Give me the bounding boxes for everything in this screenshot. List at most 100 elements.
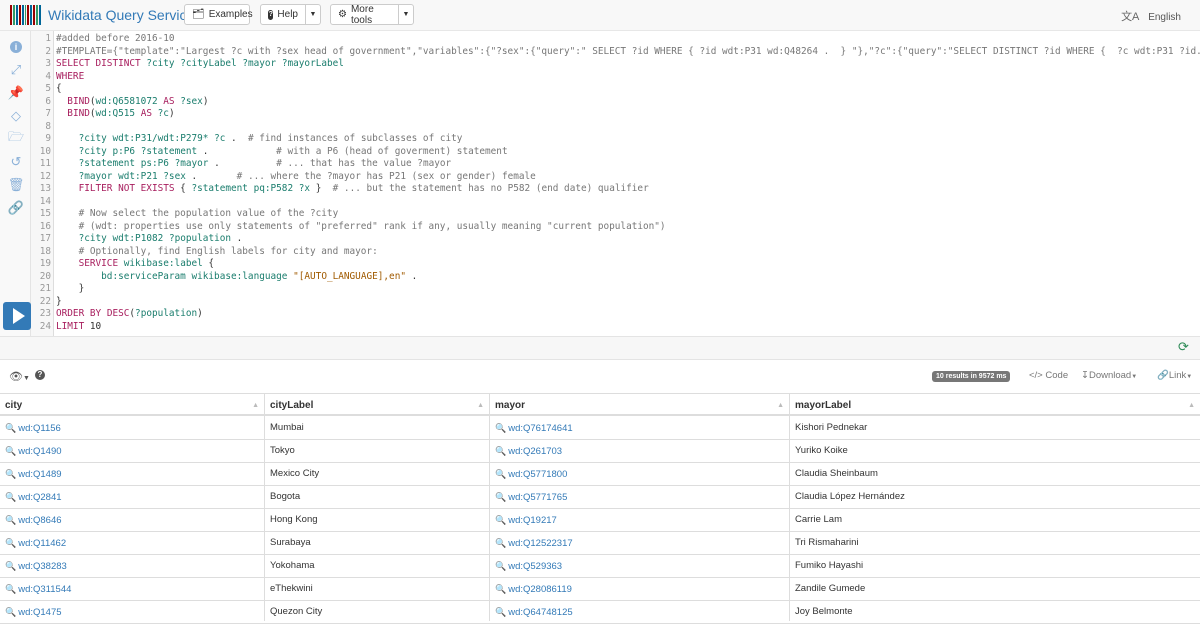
code-line[interactable]: 12 ?mayor wdt:P21 ?sex . # ... where the… (31, 171, 1200, 184)
mayor-entity-link[interactable]: wd:Q261703 (508, 446, 562, 457)
mayor-entity-link[interactable]: wd:Q76174641 (508, 423, 572, 434)
trash-icon[interactable]: 🗑 (8, 177, 25, 193)
code-line[interactable]: 21 } (31, 283, 1200, 296)
explore-icon[interactable]: 🔍 (5, 492, 16, 502)
table-row: 🔍 wd:Q1490 Tokyo 🔍 wd:Q261703 Yuriko Koike (0, 440, 1200, 463)
download-label: Download (1088, 370, 1132, 381)
city-entity-link[interactable]: wd:Q11462 (18, 538, 66, 549)
city-entity-link[interactable]: wd:Q1156 (18, 423, 61, 434)
refresh-icon[interactable]: ⟳ (1178, 340, 1192, 354)
folder-icon[interactable]: 🗁 (8, 129, 24, 147)
explore-icon[interactable]: 🔍 (5, 607, 16, 617)
city-cell: 🔍 wd:Q8646 (0, 509, 264, 531)
code-line[interactable]: 13 FILTER NOT EXISTS { ?statement pq:P58… (31, 183, 1200, 196)
run-query-button[interactable] (3, 302, 31, 330)
mayor-entity-link[interactable]: wd:Q5771800 (508, 469, 567, 480)
code-line[interactable]: 16 # (wdt: properties use only statement… (31, 221, 1200, 234)
explore-icon[interactable]: 🔍 (495, 492, 506, 502)
city-entity-link[interactable]: wd:Q1475 (18, 607, 61, 618)
examples-button[interactable]: 🗂 Examples (184, 4, 253, 25)
explore-icon[interactable]: 🔍 (495, 423, 506, 433)
code-line[interactable]: 6 BIND(wd:Q6581072 AS ?sex) (31, 96, 1200, 109)
display-mode-selector[interactable]: 👁▼ (9, 370, 30, 383)
link-icon[interactable]: 🔗 (8, 200, 24, 216)
city-entity-link[interactable]: wd:Q311544 (18, 584, 71, 595)
code-line[interactable]: 23 ORDER BY DESC(?population) (31, 308, 1200, 321)
expand-icon[interactable]: ⤢ (8, 62, 24, 78)
sort-icon[interactable]: ▲ (1188, 394, 1195, 417)
explore-icon[interactable]: 🔍 (495, 515, 506, 525)
mayor-entity-link[interactable]: wd:Q12522317 (508, 538, 572, 549)
code-line[interactable]: 4 WHERE (31, 71, 1200, 84)
code-button[interactable]: </> Code (1029, 370, 1068, 381)
query-editor[interactable]: 1 #added before 2016-10 2 #TEMPLATE={"templ… (31, 31, 1200, 336)
explore-icon[interactable]: 🔍 (495, 607, 506, 617)
link-button[interactable]: 🔗Link▼ (1157, 370, 1192, 381)
help-dropdown-toggle[interactable]: ▼ (305, 4, 321, 25)
line-number: 8 (45, 120, 51, 132)
code-line[interactable]: 8 (31, 121, 1200, 134)
sort-icon[interactable]: ▲ (252, 394, 259, 417)
city-entity-link[interactable]: wd:Q1490 (18, 446, 61, 457)
explore-icon[interactable]: 🔍 (495, 584, 506, 594)
code-line[interactable]: 15 # Now select the population value of … (31, 208, 1200, 221)
explore-icon[interactable]: 🔍 (5, 584, 16, 594)
sort-icon[interactable]: ▲ (777, 394, 784, 417)
code-line[interactable]: 3 SELECT DISTINCT ?city ?cityLabel ?mayor… (31, 58, 1200, 71)
explore-icon[interactable]: 🔍 (495, 561, 506, 571)
mayor-entity-link[interactable]: wd:Q28086119 (508, 584, 572, 595)
download-button[interactable]: ↧Download▼ (1081, 370, 1137, 381)
mayor-entity-link[interactable]: wd:Q64748125 (508, 607, 572, 618)
explore-icon[interactable]: 🔍 (495, 538, 506, 548)
wikidata-logo[interactable] (10, 5, 42, 25)
mayor-entity-link[interactable]: wd:Q529363 (508, 561, 562, 572)
code-line[interactable]: 7 BIND(wd:Q515 AS ?c) (31, 108, 1200, 121)
code-line[interactable]: 10 ?city p:P6 ?statement . # with a P6 (… (31, 146, 1200, 159)
code-line[interactable]: 9 ?city wdt:P31/wdt:P279* ?c . # find in… (31, 133, 1200, 146)
code-line[interactable]: 1 #added before 2016-10 (31, 33, 1200, 46)
code-line[interactable]: 20 bd:serviceParam wikibase:language "[A… (31, 271, 1200, 284)
explore-icon[interactable]: 🔍 (5, 515, 16, 525)
mayor-entity-link[interactable]: wd:Q19217 (508, 515, 557, 526)
column-header-mayor[interactable]: mayor ▲ (490, 393, 789, 416)
explore-icon[interactable]: 🔍 (5, 469, 16, 479)
code-text: bd:serviceParam wikibase:language "[AUTO… (101, 270, 418, 282)
code-line[interactable]: 18 # Optionally, find English labels for… (31, 246, 1200, 259)
more-tools-button[interactable]: ⚙ More tools (330, 4, 399, 26)
explore-icon[interactable]: 🔍 (495, 446, 506, 456)
code-line[interactable]: 24 LIMIT 10 (31, 321, 1200, 334)
more-tools-dropdown-toggle[interactable]: ▼ (398, 4, 414, 25)
mayor-entity-link[interactable]: wd:Q5771765 (508, 492, 567, 503)
city-entity-link[interactable]: wd:Q1489 (18, 469, 61, 480)
code-line[interactable]: 5{ (31, 83, 1200, 96)
code-line[interactable]: 19 SERVICE wikibase:label { (31, 258, 1200, 271)
code-text: #TEMPLATE={"template":"Largest ?c with ?… (56, 45, 1200, 57)
code-line[interactable]: 11 ?statement ps:P6 ?mayor . # ... that … (31, 158, 1200, 171)
code-line[interactable]: 22} (31, 296, 1200, 309)
sort-icon[interactable]: ▲ (477, 394, 484, 417)
code-line[interactable]: 2 #TEMPLATE={"template":"Largest ?c with … (31, 46, 1200, 59)
mayor-cell: 🔍 wd:Q5771800 (490, 463, 789, 485)
explore-icon[interactable]: 🔍 (5, 538, 16, 548)
info-icon[interactable]: i (8, 39, 24, 55)
line-number: 13 (39, 183, 51, 194)
explore-icon[interactable]: 🔍 (5, 446, 16, 456)
help-icon[interactable]: ? (35, 370, 45, 380)
column-header-mayorlabel[interactable]: mayorLabel ▲ (790, 393, 1200, 416)
prefix-icon[interactable]: 📌 (8, 85, 24, 101)
city-entity-link[interactable]: wd:Q2841 (18, 492, 61, 503)
app-title[interactable]: Wikidata Query Service (48, 7, 194, 23)
city-entity-link[interactable]: wd:Q8646 (18, 515, 61, 526)
explore-icon[interactable]: 🔍 (495, 469, 506, 479)
explore-icon[interactable]: 🔍 (5, 561, 16, 571)
column-header-city[interactable]: city ▲ (0, 393, 264, 416)
diamond-icon[interactable]: ◇ (8, 108, 24, 124)
history-icon[interactable]: ↺ (8, 154, 24, 170)
code-line[interactable]: 17 ?city wdt:P1082 ?population . (31, 233, 1200, 246)
city-entity-link[interactable]: wd:Q38283 (18, 561, 67, 572)
help-button[interactable]: ? Help (260, 4, 306, 25)
code-line[interactable]: 14 (31, 196, 1200, 209)
language-selector[interactable]: 文A English (1121, 8, 1181, 24)
explore-icon[interactable]: 🔍 (5, 423, 16, 433)
column-header-citylabel[interactable]: cityLabel ▲ (265, 393, 489, 416)
